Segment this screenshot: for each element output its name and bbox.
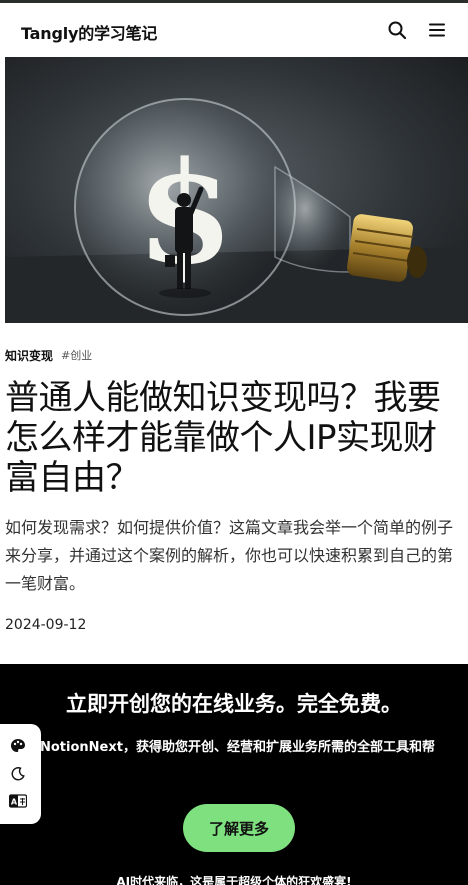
site-title[interactable]: Tangly的学习笔记 [21,20,157,44]
menu-button[interactable] [425,18,449,42]
promo-banner: 立即开创您的在线业务。完全免费。 NotionNext，获得助您开创、经营和扩展… [0,664,468,885]
lightbulb-dollar-illustration: $ [5,57,468,323]
search-icon [388,21,407,40]
palette-icon [11,739,25,752]
post-tag[interactable]: #创业 [61,347,92,363]
theme-color-button[interactable] [8,736,28,756]
promo-description: NotionNext，获得助您开创、经营和扩展业务所需的全部工具和帮 [40,740,435,755]
language-button[interactable]: A [8,791,28,811]
site-header: Tangly的学习笔记 [0,3,468,57]
dark-mode-button[interactable] [8,764,28,784]
post-meta: 知识变现 #创业 [5,346,92,364]
floating-tools-panel: A [0,724,41,824]
post-cover-image[interactable]: $ [5,57,468,323]
translate-icon: A [9,794,27,808]
hamburger-menu-icon [429,23,445,37]
learn-more-button[interactable]: 了解更多 [183,804,295,852]
post-category[interactable]: 知识变现 [5,347,53,364]
post-date: 2024-09-12 [5,617,87,633]
svg-text:A: A [11,798,18,807]
promo-title: 立即开创您的在线业务。完全免费。 [66,692,402,716]
moon-icon [11,767,25,781]
search-button[interactable] [385,18,409,42]
post-summary: 如何发现需求？如何提供价值？这篇文章我会举一个简单的例子来分享，并通过这个案例的… [5,518,454,593]
promo-footer-text: AI时代来临，这是属于超级个体的狂欢盛宴! [116,875,352,885]
post-title[interactable]: 普通人能做知识变现吗？我要怎么样才能靠做个人IP实现财富自由？ [5,378,468,498]
